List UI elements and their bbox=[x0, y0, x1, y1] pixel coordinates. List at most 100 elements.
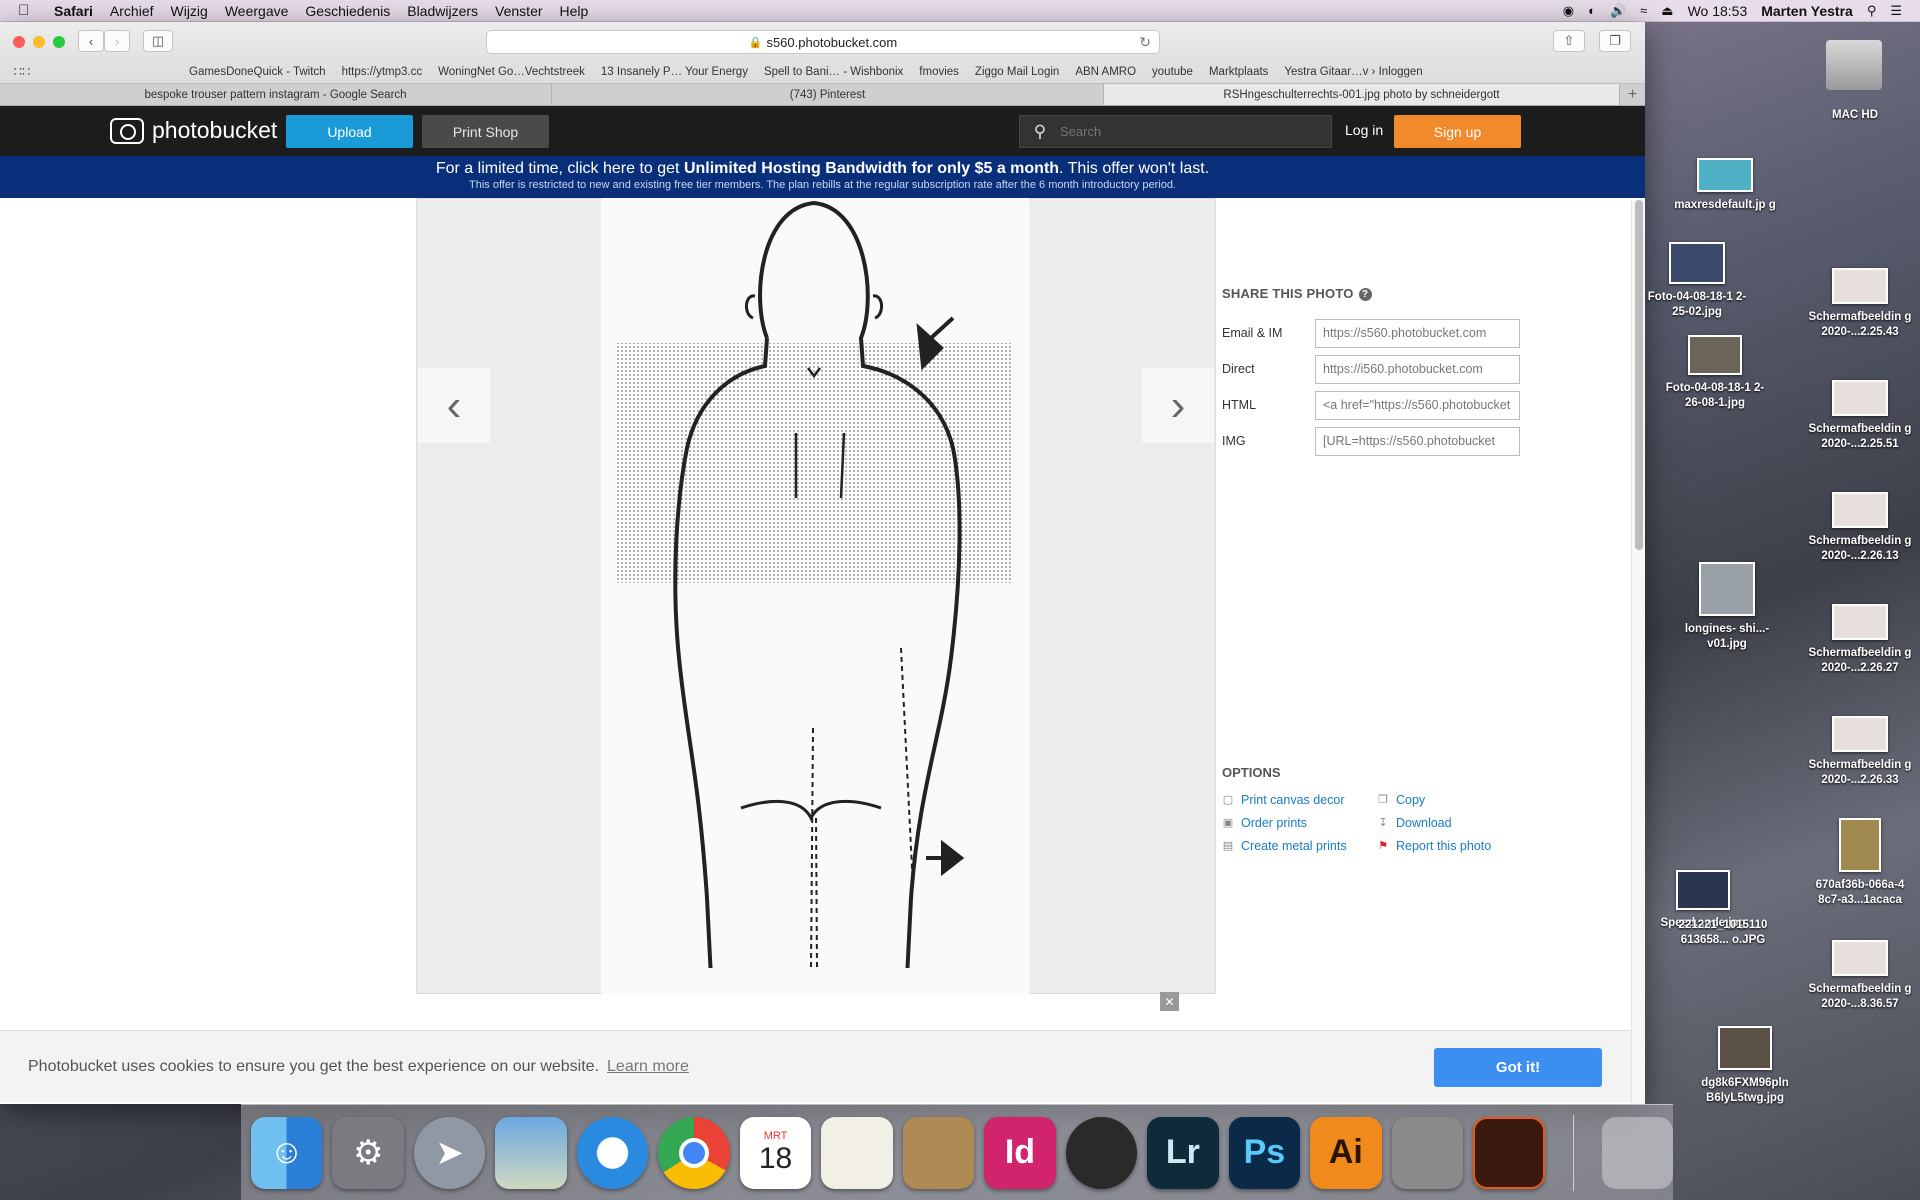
illustrator-icon[interactable]: Ai bbox=[1310, 1116, 1382, 1189]
next-photo-button[interactable]: › bbox=[1142, 368, 1214, 443]
signup-button[interactable]: Sign up bbox=[1394, 115, 1521, 148]
desktop-file[interactable]: longines- shi...-v01.jpg bbox=[1672, 562, 1782, 652]
back-button[interactable]: ‹ bbox=[78, 30, 104, 52]
menu-wijzig[interactable]: Wijzig bbox=[171, 3, 208, 19]
bookmark-item[interactable]: Marktplaats bbox=[1209, 66, 1268, 78]
copy-link[interactable]: ❐ Copy bbox=[1377, 788, 1532, 811]
desktop-file[interactable]: 221221_1015110 613658... o.JPG bbox=[1668, 918, 1778, 948]
photoshop-icon[interactable]: Ps bbox=[1228, 1116, 1301, 1189]
close-window-button[interactable] bbox=[13, 36, 25, 48]
share-html-field[interactable] bbox=[1315, 390, 1520, 420]
bookmark-item[interactable]: WoningNet Go…Vechtstreek bbox=[438, 66, 585, 78]
contacts-icon[interactable] bbox=[902, 1116, 975, 1189]
favorites-grid-icon[interactable]: ∷∷ bbox=[0, 64, 44, 80]
desktop-screenshot[interactable]: Schermafbeeldin g 2020-...2.25.51 bbox=[1805, 380, 1915, 452]
desktop-screenshot[interactable]: Schermafbeeldin g 2020-...8.36.57 bbox=[1805, 940, 1915, 1012]
desktop-file[interactable]: 670af36b-066a-4 8c7-a3...1acaca bbox=[1805, 818, 1915, 908]
volume-icon[interactable]: 🔊 bbox=[1610, 3, 1626, 19]
system-preferences-icon[interactable]: ⚙ bbox=[332, 1116, 404, 1189]
menu-app-name[interactable]: Safari bbox=[54, 3, 93, 19]
wifi-icon[interactable]: ≈ bbox=[1640, 3, 1647, 18]
search-icon[interactable]: ⚲ bbox=[1020, 122, 1060, 142]
textedit-icon[interactable] bbox=[821, 1116, 893, 1189]
tab-photobucket[interactable]: RSHngeschulterrechts-001.jpg photo by sc… bbox=[1104, 84, 1620, 105]
cookie-accept-button[interactable]: Got it! bbox=[1434, 1048, 1602, 1087]
spotlight-icon[interactable]: ⚲ bbox=[1867, 3, 1877, 19]
photobucket-logo[interactable]: photobucket bbox=[110, 117, 277, 144]
desktop-screenshot[interactable]: Schermafbeeldin g 2020-...2.26.13 bbox=[1805, 492, 1915, 564]
tab-google-search[interactable]: bespoke trouser pattern instagram - Goog… bbox=[0, 84, 552, 105]
safari-icon[interactable] bbox=[576, 1116, 649, 1189]
menu-venster[interactable]: Venster bbox=[495, 3, 542, 19]
tabs-overview-button[interactable]: ❐ bbox=[1599, 30, 1631, 52]
new-tab-button[interactable]: + bbox=[1620, 84, 1645, 105]
bookmark-item[interactable]: https://ytmp3.cc bbox=[342, 66, 423, 78]
share-email-field[interactable] bbox=[1315, 318, 1520, 348]
bookmark-item[interactable]: Yestra Gitaar…v › Inloggen bbox=[1284, 66, 1422, 78]
photo-slideshow-icon[interactable] bbox=[1391, 1116, 1464, 1189]
metal-prints-link[interactable]: ▤ Create metal prints bbox=[1222, 834, 1377, 857]
share-direct-field[interactable] bbox=[1315, 354, 1520, 384]
desktop-file[interactable]: maxresdefault.jp g bbox=[1670, 158, 1780, 213]
desktop-drive-label[interactable]: MAC HD bbox=[1800, 108, 1910, 123]
order-prints-link[interactable]: ▣ Order prints bbox=[1222, 811, 1377, 834]
promo-banner[interactable]: For a limited time, click here to get Un… bbox=[0, 156, 1645, 198]
sync-icon[interactable]: ◐ bbox=[1588, 3, 1596, 18]
print-shop-button[interactable]: Print Shop bbox=[422, 115, 549, 148]
chrome-icon[interactable] bbox=[658, 1116, 730, 1189]
share-button[interactable]: ⇧ bbox=[1553, 30, 1585, 52]
disk-utility-icon[interactable] bbox=[1065, 1116, 1138, 1189]
bookmark-item[interactable]: Spell to Bani… - Wishbonix bbox=[764, 66, 903, 78]
learn-more-link[interactable]: Learn more bbox=[607, 1058, 689, 1076]
creative-cloud-icon[interactable]: ◉ bbox=[1563, 3, 1574, 19]
login-link[interactable]: Log in bbox=[1345, 122, 1383, 138]
minimize-window-button[interactable] bbox=[33, 36, 45, 48]
launchpad-icon[interactable]: ➤ bbox=[413, 1116, 486, 1189]
download-link[interactable]: ↧ Download bbox=[1377, 811, 1532, 834]
apple-icon[interactable]:  bbox=[18, 2, 40, 19]
bookmark-item[interactable]: Ziggo Mail Login bbox=[975, 66, 1059, 78]
sidebar-toggle-button[interactable]: ◫ bbox=[143, 30, 173, 52]
ad-close-button[interactable]: ✕ bbox=[1160, 992, 1179, 1011]
help-icon[interactable]: ? bbox=[1358, 288, 1372, 302]
bookmark-item[interactable]: youtube bbox=[1152, 66, 1193, 78]
menu-archief[interactable]: Archief bbox=[110, 3, 154, 19]
desktop-screenshot[interactable]: Schermafbeeldin g 2020-...2.25.43 bbox=[1805, 268, 1915, 340]
lightroom-icon[interactable]: Lr bbox=[1147, 1116, 1219, 1189]
notification-center-icon[interactable]: ☰ bbox=[1890, 3, 1902, 19]
menu-bladwijzers[interactable]: Bladwijzers bbox=[407, 3, 478, 19]
menu-help[interactable]: Help bbox=[560, 3, 589, 19]
indesign-icon[interactable]: Id bbox=[984, 1116, 1056, 1189]
desktop-file[interactable]: Foto-04-08-18-1 2-26-08-1.jpg bbox=[1660, 335, 1770, 411]
search-input[interactable] bbox=[1060, 124, 1320, 139]
menubar-clock[interactable]: Wo 18:53 bbox=[1688, 3, 1748, 19]
page-scrollbar[interactable] bbox=[1631, 200, 1645, 1104]
desktop-screenshot[interactable]: Schermafbeeldin g 2020-...2.26.33 bbox=[1805, 716, 1915, 788]
tab-pinterest[interactable]: (743) Pinterest bbox=[552, 84, 1104, 105]
eject-icon[interactable]: ⏏ bbox=[1661, 3, 1673, 19]
reload-icon[interactable]: ↻ bbox=[1139, 34, 1151, 51]
hard-drive-icon[interactable] bbox=[1826, 40, 1882, 90]
calendar-icon[interactable]: MRT 18 bbox=[739, 1116, 812, 1189]
print-canvas-link[interactable]: ▢ Print canvas decor bbox=[1222, 788, 1377, 811]
zoom-window-button[interactable] bbox=[53, 36, 65, 48]
bookmark-item[interactable]: GamesDoneQuick - Twitch bbox=[189, 66, 326, 78]
books-icon[interactable] bbox=[1473, 1116, 1545, 1189]
bookmark-item[interactable]: fmovies bbox=[919, 66, 959, 78]
bookmark-item[interactable]: 13 Insanely P… Your Energy bbox=[601, 66, 748, 78]
forward-button[interactable]: › bbox=[104, 30, 130, 52]
desktop-file[interactable]: Foto-04-08-18-1 2-25-02.jpg bbox=[1642, 242, 1752, 320]
desktop-screenshot[interactable]: Schermafbeeldin g 2020-...2.26.27 bbox=[1805, 604, 1915, 676]
address-bar[interactable]: 🔒 s560.photobucket.com ↻ bbox=[486, 30, 1160, 54]
menubar-user[interactable]: Marten Yestra bbox=[1761, 3, 1853, 19]
menu-geschiedenis[interactable]: Geschiedenis bbox=[305, 3, 390, 19]
finder-icon[interactable]: ☺ bbox=[251, 1116, 323, 1189]
photo-image[interactable] bbox=[601, 198, 1029, 994]
desktop-file[interactable]: dg8k6FXM96pln B6lyL5twg.jpg bbox=[1690, 1026, 1800, 1106]
preview-icon[interactable] bbox=[495, 1116, 567, 1189]
upload-button[interactable]: Upload bbox=[286, 115, 413, 148]
share-img-field[interactable] bbox=[1315, 426, 1520, 456]
trash-icon[interactable] bbox=[1601, 1116, 1673, 1189]
bookmark-item[interactable]: ABN AMRO bbox=[1075, 66, 1136, 78]
previous-photo-button[interactable]: ‹ bbox=[418, 368, 490, 443]
